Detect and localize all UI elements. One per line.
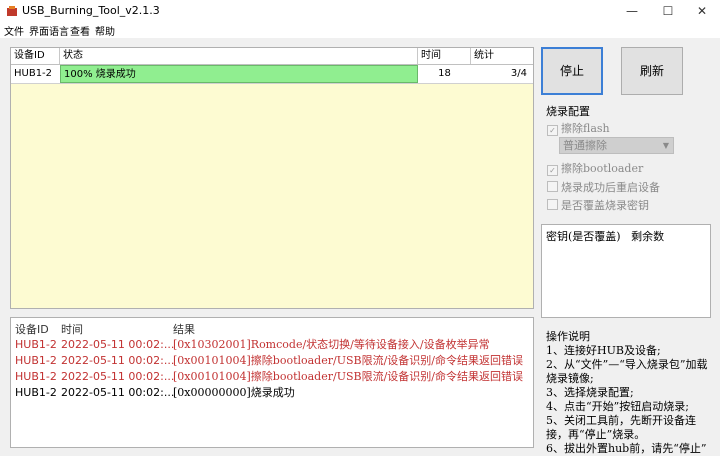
reboot-after-checkbox[interactable]: 烧录成功后重启设备: [547, 179, 660, 195]
log-message: 烧录成功: [250, 386, 295, 399]
maximize-button[interactable]: ☐: [650, 0, 686, 22]
log-code: [0x00101004]: [173, 370, 251, 383]
close-button[interactable]: ✕: [684, 0, 720, 22]
col-status[interactable]: 状态: [60, 48, 418, 64]
instructions-list: 1、连接好HUB及设备; 2、从“文件”—“导入烧录包”加载烧录镜像; 3、选择…: [546, 344, 716, 456]
checkbox-empty-icon: [547, 181, 558, 192]
log-table: 设备ID 时间 结果 HUB1-2 2022-05-11 00:02:... […: [10, 317, 534, 448]
erase-bootloader-label: 擦除bootloader: [561, 162, 644, 175]
menu-file[interactable]: 文件: [4, 23, 24, 38]
menu-help[interactable]: 帮助: [95, 23, 115, 38]
log-row[interactable]: HUB1-2 2022-05-11 00:02:... [0x10302001]…: [11, 337, 533, 352]
log-device-id: HUB1-2: [15, 354, 57, 367]
instruction-line: 2、从“文件”—“导入烧录包”加载烧录镜像;: [546, 358, 708, 385]
log-message: 擦除bootloader/USB限流/设备识别/命令结果返回错误: [250, 354, 524, 367]
col-time[interactable]: 时间: [418, 48, 471, 64]
check-icon: ✓: [547, 125, 558, 136]
log-code: [0x00000000]: [173, 386, 251, 399]
overwrite-key-label: 是否覆盖烧录密钥: [561, 199, 649, 212]
key-table: 密钥(是否覆盖) 剩余数: [541, 224, 711, 318]
log-col-device-id[interactable]: 设备ID: [15, 321, 49, 337]
log-device-id: HUB1-2: [15, 370, 57, 383]
log-code: [0x00101004]: [173, 354, 251, 367]
refresh-button[interactable]: 刷新: [621, 47, 683, 95]
log-device-id: HUB1-2: [15, 386, 57, 399]
log-code: [0x10302001]: [173, 338, 251, 351]
menu-language[interactable]: 界面语言: [29, 23, 69, 38]
erase-bootloader-checkbox[interactable]: ✓ 擦除bootloader: [547, 160, 643, 176]
erase-mode-value: 普通擦除: [563, 139, 607, 152]
burn-count: 3/4: [510, 68, 527, 79]
log-col-time[interactable]: 时间: [61, 321, 83, 337]
window-title: USB_Burning_Tool_v2.1.3: [22, 4, 160, 17]
chevron-down-icon: ▼: [662, 141, 669, 150]
overwrite-key-checkbox[interactable]: 是否覆盖烧录密钥: [547, 197, 649, 213]
erase-mode-select[interactable]: 普通擦除 ▼: [559, 137, 674, 154]
instruction-line: 1、连接好HUB及设备;: [546, 344, 661, 357]
menu-view[interactable]: 查看: [70, 23, 90, 38]
erase-flash-label: 擦除flash: [561, 122, 610, 135]
key-table-header: 密钥(是否覆盖) 剩余数: [546, 230, 665, 243]
log-message: 擦除bootloader/USB限流/设备识别/命令结果返回错误: [250, 370, 524, 383]
log-message: Romcode/状态切换/等待设备接入/设备枚举异常: [250, 338, 490, 351]
instruction-line: 3、选择烧录配置;: [546, 386, 634, 399]
instruction-line: 4、点击“开始”按钮启动烧录;: [546, 400, 689, 413]
title-bar: USB_Burning_Tool_v2.1.3 — ☐ ✕: [0, 0, 720, 22]
log-time: 2022-05-11 00:02:...: [61, 370, 175, 383]
instruction-line: 6、拔出外置hub前，请先“停止”: [546, 442, 707, 455]
log-time: 2022-05-11 00:02:...: [61, 354, 175, 367]
log-row[interactable]: HUB1-2 2022-05-11 00:02:... [0x00101004]…: [11, 369, 533, 384]
log-time: 2022-05-11 00:02:...: [61, 338, 175, 351]
reboot-after-label: 烧录成功后重启设备: [561, 181, 660, 194]
table-row[interactable]: HUB1-2 100% 烧录成功 18 3/4: [11, 65, 533, 84]
instructions-title: 操作说明: [546, 330, 590, 343]
log-device-id: HUB1-2: [15, 338, 57, 351]
checkbox-empty-icon: [547, 199, 558, 210]
col-device-id[interactable]: 设备ID: [11, 48, 60, 64]
menu-bar: 文件 界面语言 查看 帮助: [0, 22, 720, 38]
check-icon: ✓: [547, 165, 558, 176]
progress-bar: 100% 烧录成功: [60, 65, 418, 83]
log-row[interactable]: HUB1-2 2022-05-11 00:02:... [0x00000000]…: [11, 385, 533, 400]
log-time: 2022-05-11 00:02:...: [61, 386, 175, 399]
col-count[interactable]: 统计: [471, 48, 533, 64]
burn-config-title: 烧录配置: [546, 105, 590, 118]
elapsed-time: 18: [438, 68, 451, 79]
log-row[interactable]: HUB1-2 2022-05-11 00:02:... [0x00101004]…: [11, 353, 533, 368]
log-result: [0x00000000]烧录成功: [173, 385, 295, 400]
minimize-button[interactable]: —: [614, 0, 650, 22]
erase-flash-checkbox[interactable]: ✓ 擦除flash: [547, 120, 610, 136]
device-id: HUB1-2: [14, 68, 53, 79]
device-table-header: 设备ID 状态 时间 统计: [11, 48, 533, 65]
stop-button[interactable]: 停止: [541, 47, 603, 95]
app-icon: [7, 6, 17, 16]
status-text: 100% 烧录成功: [64, 69, 136, 80]
log-result: [0x10302001]Romcode/状态切换/等待设备接入/设备枚举异常: [173, 337, 490, 352]
log-result: [0x00101004]擦除bootloader/USB限流/设备识别/命令结果…: [173, 353, 523, 368]
instruction-line: 5、关闭工具前，先断开设备连接，再“停止”烧录。: [546, 414, 696, 441]
device-table: 设备ID 状态 时间 统计 HUB1-2 100% 烧录成功 18 3/4: [10, 47, 534, 309]
log-col-result[interactable]: 结果: [173, 321, 195, 337]
log-result: [0x00101004]擦除bootloader/USB限流/设备识别/命令结果…: [173, 369, 523, 384]
